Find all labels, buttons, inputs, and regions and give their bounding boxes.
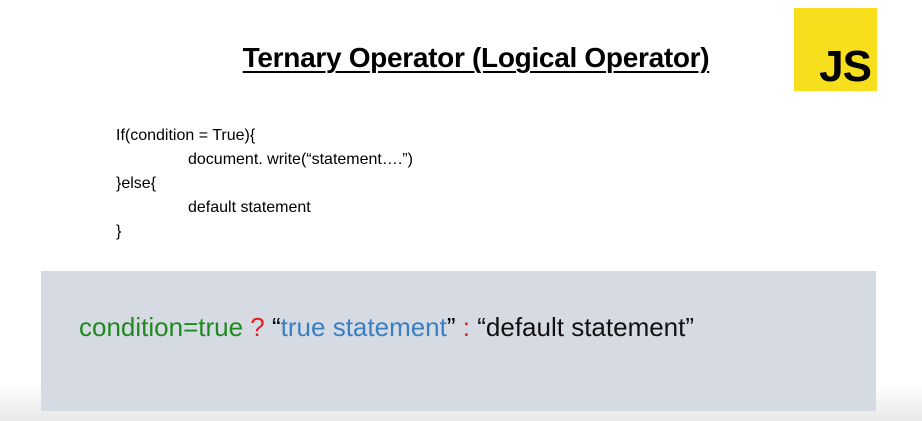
code-line-document-write: document. write(“statement….”): [188, 151, 413, 168]
js-logo-icon: JS: [794, 8, 877, 91]
ternary-panel: condition=true ? “true statement” : “def…: [41, 271, 876, 411]
code-line-close-brace: }: [116, 223, 122, 240]
js-logo-text: JS: [819, 42, 872, 91]
slide-title: Ternary Operator (Logical Operator): [0, 42, 922, 74]
code-line-if: If(condition = True){: [116, 127, 256, 144]
ternary-open-quote: “: [272, 312, 281, 342]
ternary-close-quote: ”: [446, 312, 456, 342]
slide: Ternary Operator (Logical Operator) JS I…: [0, 0, 922, 421]
if-else-code-block: If(condition = True){ document. write(“s…: [116, 124, 413, 244]
ternary-colon: :: [462, 312, 471, 342]
ternary-question-mark: ?: [250, 312, 265, 342]
code-line-else: }else{: [116, 175, 157, 192]
ternary-expression: condition=true ? “true statement” : “def…: [79, 314, 694, 340]
code-line-default-statement: default statement: [188, 199, 311, 216]
ternary-condition: condition=true: [79, 312, 244, 342]
ternary-true-statement: true statement: [280, 312, 447, 342]
slide-title-text: Ternary Operator (Logical Operator): [242, 42, 710, 73]
ternary-default-statement: “default statement”: [477, 312, 695, 342]
